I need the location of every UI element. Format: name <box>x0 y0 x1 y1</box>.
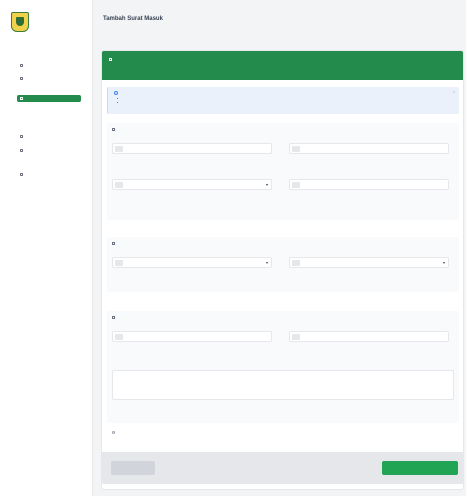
database-icon <box>20 77 23 80</box>
jumlah-lampiran-field <box>112 328 272 345</box>
calendar-icon <box>292 146 300 152</box>
tanggal-terima-input[interactable] <box>289 179 449 190</box>
form-icon <box>109 58 112 61</box>
form-footer <box>101 452 464 484</box>
paperclip-icon <box>112 316 115 319</box>
sidebar-item-logout[interactable] <box>24 183 88 190</box>
sidebar <box>0 0 93 496</box>
home-icon <box>20 64 23 67</box>
page-title: Tambah Surat Masuk <box>103 16 163 22</box>
flag-icon <box>292 260 300 266</box>
sidebar-item-surat-masuk[interactable] <box>17 95 81 102</box>
chevron-down-icon: ▾ <box>265 260 268 265</box>
chevron-down-icon: ▾ <box>265 182 268 187</box>
user-icon <box>115 260 123 266</box>
prioritas-field: ▾ <box>289 254 449 271</box>
list-icon <box>112 242 115 245</box>
inbox-icon <box>20 97 23 100</box>
pengirim-field: ▾ <box>112 176 272 193</box>
section-lampiran <box>107 311 459 423</box>
card-header <box>102 51 463 80</box>
prioritas-select[interactable]: ▾ <box>289 257 449 268</box>
sidebar-item-data-surat[interactable] <box>17 75 81 82</box>
building-icon <box>115 182 123 188</box>
pengirim-select[interactable]: ▾ <box>112 179 272 190</box>
tanggal-surat-input[interactable] <box>289 143 449 154</box>
mail-icon <box>112 128 115 131</box>
lampiran-field <box>289 328 449 345</box>
calendar-icon <box>292 182 300 188</box>
nomor-surat-field <box>112 140 272 157</box>
gear-icon <box>20 173 23 176</box>
logo-icon <box>11 12 29 32</box>
section-informasi-surat: ▾ <box>107 123 459 220</box>
hash-icon <box>115 334 123 340</box>
info-icon <box>114 91 118 95</box>
tanggal-terima-field <box>289 176 449 193</box>
nomor-surat-input[interactable] <box>112 143 272 154</box>
hash-icon <box>115 146 123 152</box>
disposisi-field: ▾ <box>112 254 272 271</box>
disposisi-select[interactable]: ▾ <box>112 257 272 268</box>
brand[interactable] <box>11 12 33 32</box>
form-card: × ▾ ▾ <box>101 50 464 490</box>
sidebar-item-pengaturan[interactable] <box>17 171 81 178</box>
send-icon <box>20 135 23 138</box>
save-button[interactable] <box>382 461 458 475</box>
alert-item <box>126 101 453 105</box>
chevron-down-icon: ▾ <box>442 260 445 265</box>
section-disposisi: ▾ ▾ <box>107 237 459 292</box>
keterangan-textarea[interactable] <box>112 370 454 400</box>
sidebar-item-laporan[interactable] <box>17 147 81 154</box>
lampiran-input[interactable] <box>289 331 449 342</box>
close-icon[interactable]: × <box>453 90 455 94</box>
report-icon <box>20 149 23 152</box>
sidebar-item-dashboard[interactable] <box>17 62 81 69</box>
file-icon <box>292 334 300 340</box>
back-button[interactable] <box>111 461 155 475</box>
info-icon <box>112 431 115 434</box>
jumlah-lampiran-input[interactable] <box>112 331 272 342</box>
required-note <box>112 431 118 434</box>
tanggal-surat-field <box>289 140 449 157</box>
info-alert: × <box>107 87 459 114</box>
sidebar-item-surat-keluar[interactable] <box>17 133 81 140</box>
